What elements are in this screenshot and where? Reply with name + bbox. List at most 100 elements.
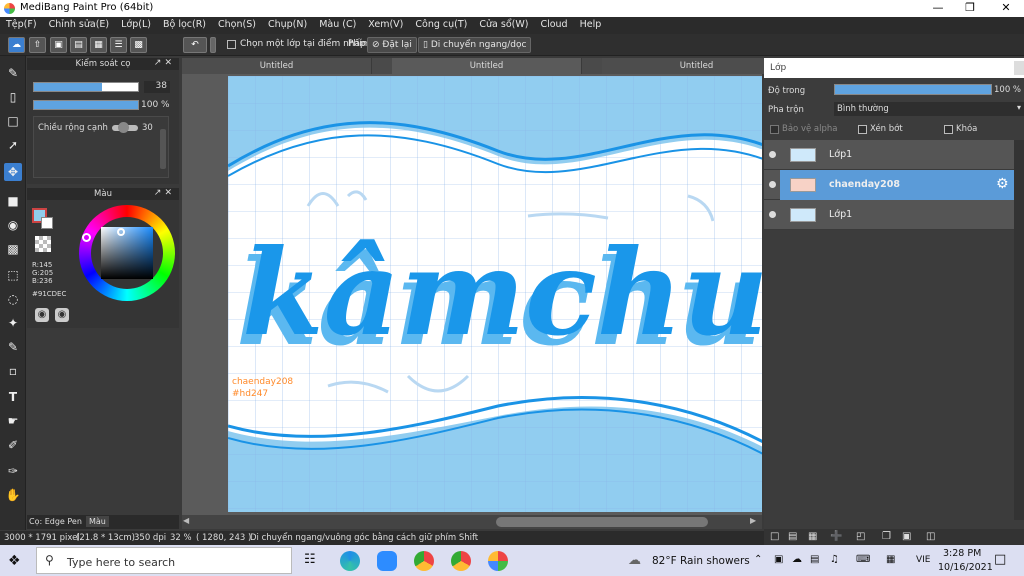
trash-icon[interactable]: ◫: [926, 531, 935, 542]
page-icon[interactable]: ▦: [90, 37, 107, 53]
menu-tools[interactable]: Công cụ(T): [409, 17, 473, 30]
chrome-icon-2[interactable]: [451, 551, 471, 571]
add-layer-icon[interactable]: ➕: [830, 531, 842, 542]
brush-size-value[interactable]: 38: [144, 81, 170, 93]
undo-icon[interactable]: ↶: [183, 37, 207, 53]
move-tool-icon[interactable]: ✥: [4, 163, 22, 181]
hue-cursor[interactable]: [82, 233, 91, 242]
layers-scrollbar[interactable]: [1014, 140, 1024, 520]
canvas-hscrollbar[interactable]: ◀ ▶: [182, 515, 762, 529]
tray-chevron-icon[interactable]: ⌃: [754, 554, 762, 565]
palette-icon[interactable]: ◉: [35, 308, 49, 322]
new-halftone-layer-icon[interactable]: ▤: [788, 531, 797, 542]
language-switch-icon[interactable]: ▦: [886, 554, 895, 565]
menu-filter[interactable]: Bộ lọc(R): [157, 17, 212, 30]
select-layer-checkbox[interactable]: [227, 40, 236, 49]
rect-tool-icon[interactable]: □: [4, 112, 22, 130]
brush-size-bar[interactable]: [33, 82, 139, 92]
share-icon[interactable]: ⇧: [29, 37, 46, 53]
scroll-right-icon[interactable]: ▶: [750, 516, 756, 525]
secondary-color-swatch[interactable]: [41, 217, 53, 229]
toolbar-handle[interactable]: [210, 37, 216, 53]
cloud-icon[interactable]: ☁: [8, 37, 25, 53]
comment-icon[interactable]: ▣: [50, 37, 67, 53]
operation-tool-icon[interactable]: ☛: [4, 412, 22, 430]
edge-icon[interactable]: [340, 551, 360, 571]
color-tab[interactable]: Màu: [86, 516, 109, 527]
canvas-workarea[interactable]: kâmchuh kâmchuh chaenday208 #hd247: [182, 74, 762, 515]
blend-select[interactable]: Bình thường ▾: [834, 102, 1024, 116]
scroll-thumb[interactable]: [496, 517, 708, 527]
clock-time[interactable]: 3:28 PM: [943, 548, 981, 559]
menu-view[interactable]: Xem(V): [362, 17, 409, 30]
search-box[interactable]: ⚲ Type here to search: [36, 547, 292, 574]
eyedropper-tool-icon[interactable]: ✑: [4, 462, 22, 480]
select-pen-tool-icon[interactable]: ✎: [4, 338, 22, 356]
saturation-square[interactable]: [101, 227, 153, 279]
move-lock-button[interactable]: ▯ Di chuyển ngang/dọc: [418, 37, 532, 53]
select-tool-icon[interactable]: ⬚: [4, 266, 22, 284]
maximize-icon[interactable]: ❐: [955, 1, 985, 14]
menu-color[interactable]: Màu (C): [313, 17, 362, 30]
fill-rect-tool-icon[interactable]: ■: [4, 192, 22, 210]
volume-icon[interactable]: ♫: [830, 554, 839, 565]
menu-file[interactable]: Tệp(F): [0, 17, 43, 30]
layer-row-selected[interactable]: chaenday208 ⚙: [780, 170, 1014, 200]
layer-opacity-bar[interactable]: [834, 84, 992, 95]
chrome-icon[interactable]: [414, 551, 434, 571]
brush-options-scrollbar[interactable]: [160, 129, 166, 169]
magic-wand-tool-icon[interactable]: ✦: [4, 314, 22, 332]
saturation-cursor[interactable]: [117, 228, 125, 236]
clip-checkbox[interactable]: [858, 125, 867, 134]
lasso-tool-icon[interactable]: ◌: [4, 290, 22, 308]
gear-icon[interactable]: ⚙: [996, 176, 1009, 192]
brush-tab[interactable]: Cọ: Edge Pen: [29, 517, 82, 526]
eraser-tool-icon[interactable]: ▯: [4, 88, 22, 106]
notifications-icon[interactable]: □: [994, 552, 1006, 567]
brush-opacity-bar[interactable]: [33, 100, 139, 110]
select-eraser-tool-icon[interactable]: ▫: [4, 362, 22, 380]
gradient-tool-icon[interactable]: ▩: [4, 240, 22, 258]
layer-row[interactable]: Lớp1: [764, 140, 1014, 170]
tray-app-icon[interactable]: ▣: [774, 554, 783, 565]
protect-alpha-checkbox[interactable]: [770, 125, 779, 134]
new-8bit-layer-icon[interactable]: ▦: [808, 531, 817, 542]
grid-icon[interactable]: ▩: [130, 37, 147, 53]
menu-cloud[interactable]: Cloud: [534, 17, 573, 30]
clock-date[interactable]: 10/16/2021: [938, 562, 993, 573]
duplicate-icon[interactable]: ❐: [882, 531, 891, 542]
lock-checkbox[interactable]: [944, 125, 953, 134]
new-layer-icon[interactable]: □: [770, 531, 779, 542]
palette-add-icon[interactable]: ◉: [55, 308, 69, 322]
chat-icon[interactable]: ▤: [70, 37, 87, 53]
eye-icon[interactable]: [769, 151, 776, 158]
menu-help[interactable]: Help: [574, 17, 608, 30]
color-panel-close-icon[interactable]: ↗✕: [154, 188, 175, 198]
weather-text[interactable]: 82°F Rain showers: [652, 555, 750, 567]
task-view-icon[interactable]: ☷: [304, 552, 316, 567]
tab-doc-1[interactable]: Untitled: [182, 58, 372, 74]
canvas-document[interactable]: kâmchuh kâmchuh chaenday208 #hd247: [228, 76, 762, 512]
hand-tool-icon[interactable]: ✋: [4, 486, 22, 504]
text-tool-icon[interactable]: T: [4, 388, 22, 406]
eye-icon[interactable]: [769, 211, 776, 218]
reset-button[interactable]: ⊘ Đặt lại: [367, 37, 417, 53]
zoom-icon[interactable]: [377, 551, 397, 571]
menu-edit[interactable]: Chỉnh sửa(E): [43, 17, 116, 30]
layer-row[interactable]: Lớp1: [764, 200, 1014, 230]
folder-icon[interactable]: ◰: [856, 531, 865, 542]
language-indicator[interactable]: VIE: [916, 555, 931, 565]
line-tool-icon[interactable]: ➚: [4, 136, 22, 154]
dropper-tool-icon[interactable]: ✐: [4, 436, 22, 454]
minimize-icon[interactable]: —: [923, 1, 953, 14]
menu-window[interactable]: Cửa sổ(W): [473, 17, 534, 30]
transparent-swatch[interactable]: [35, 236, 51, 252]
layer-row[interactable]: chaenday208 ⚙: [764, 170, 1014, 200]
eye-icon[interactable]: [769, 181, 776, 188]
menu-select[interactable]: Chọn(S): [212, 17, 262, 30]
brush-tool-icon[interactable]: ✎: [4, 64, 22, 82]
menu-snap[interactable]: Chụp(N): [262, 17, 313, 30]
tab-doc-2[interactable]: Untitled: [392, 58, 582, 74]
close-icon[interactable]: ✕: [991, 1, 1021, 14]
cloud-tray-icon[interactable]: ☁: [792, 554, 802, 565]
